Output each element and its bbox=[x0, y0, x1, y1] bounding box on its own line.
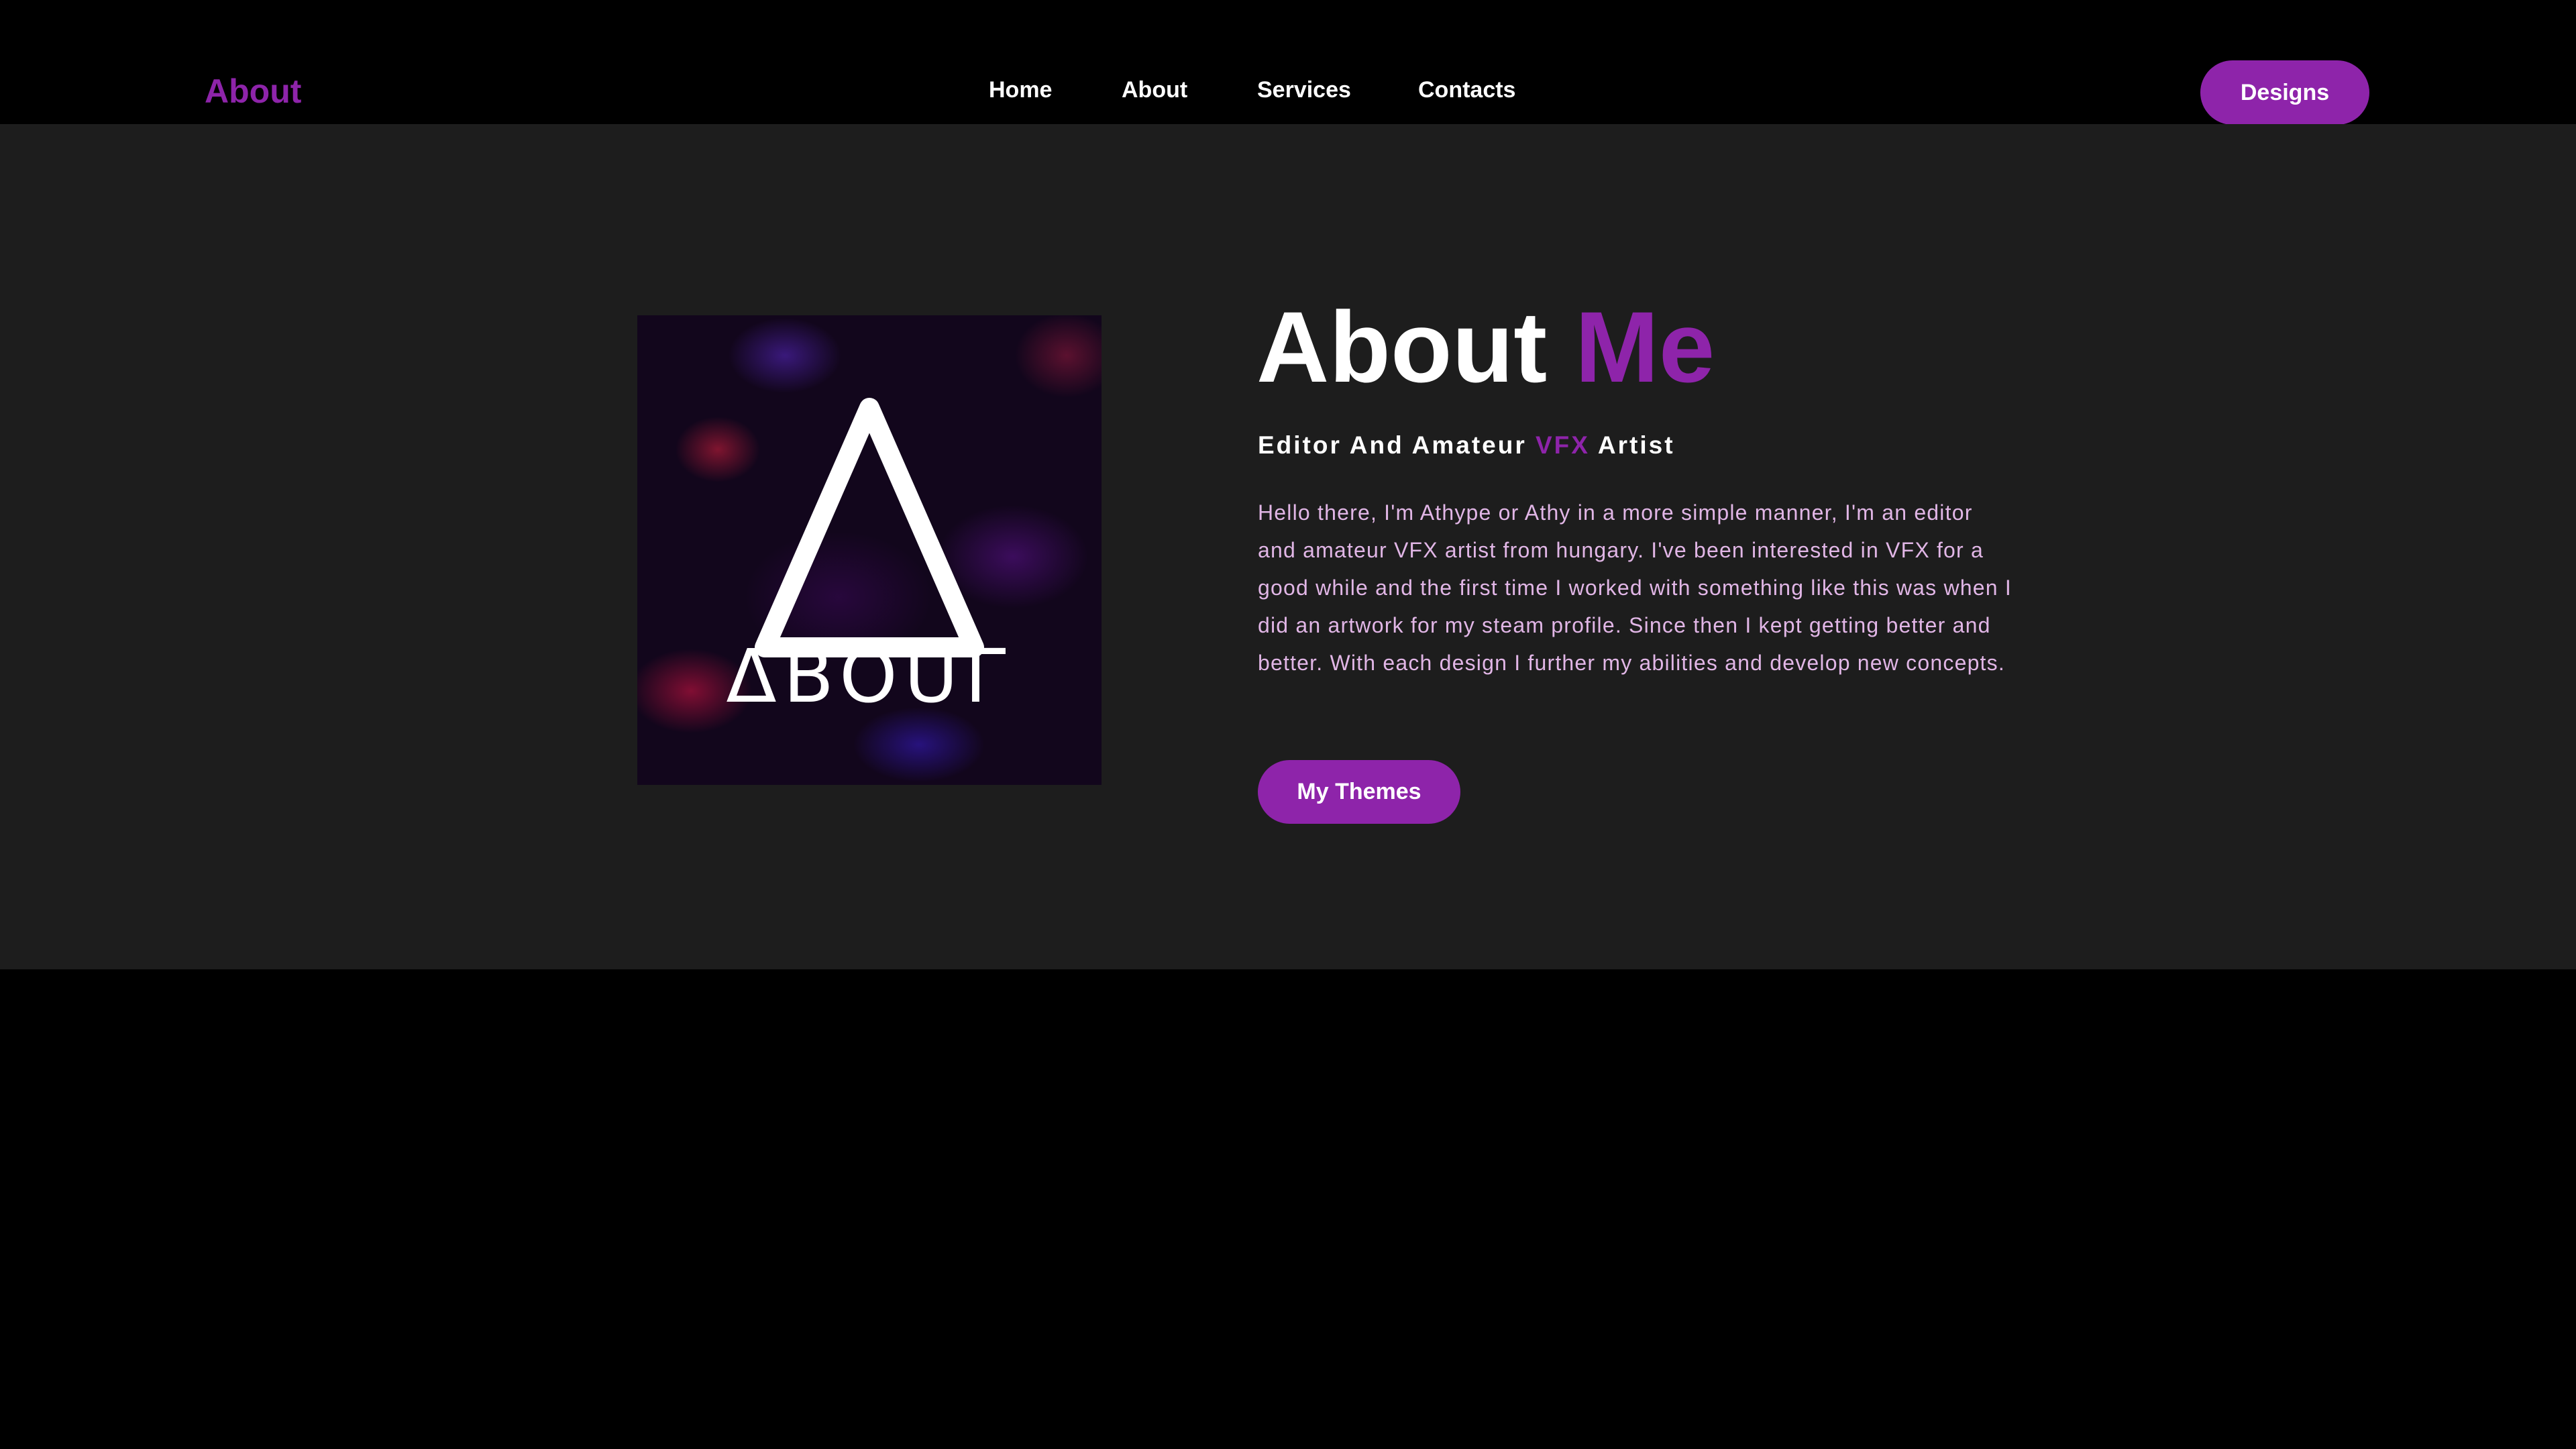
my-themes-button[interactable]: My Themes bbox=[1258, 760, 1460, 824]
nav-link-contacts[interactable]: Contacts bbox=[1418, 76, 1515, 103]
subtitle-accent-text: VFX bbox=[1536, 431, 1590, 459]
title-text: About bbox=[1256, 290, 1548, 403]
about-logo-image: ΔBOUΓ bbox=[637, 315, 1102, 785]
nav-link-services[interactable]: Services bbox=[1257, 76, 1351, 103]
page-subtitle: Editor And Amateur VFX Artist bbox=[1258, 431, 1675, 460]
title-accent-text: Me bbox=[1574, 290, 1715, 403]
page-title: About Me bbox=[1256, 290, 1715, 404]
subtitle-text-end: Artist bbox=[1597, 431, 1675, 459]
main-menu: Home About Services Contacts bbox=[0, 0, 2576, 124]
designs-button[interactable]: Designs bbox=[2200, 60, 2369, 125]
subtitle-text-start: Editor And Amateur bbox=[1258, 431, 1527, 459]
nav-link-home[interactable]: Home bbox=[989, 76, 1052, 103]
bio-paragraph: Hello there, I'm Athype or Athy in a mor… bbox=[1258, 500, 2012, 675]
logo-wordmark: ΔBOUΓ bbox=[726, 633, 1013, 719]
top-navbar: About Home About Services Contacts Desig… bbox=[0, 0, 2576, 125]
nav-link-about[interactable]: About bbox=[1122, 76, 1187, 103]
